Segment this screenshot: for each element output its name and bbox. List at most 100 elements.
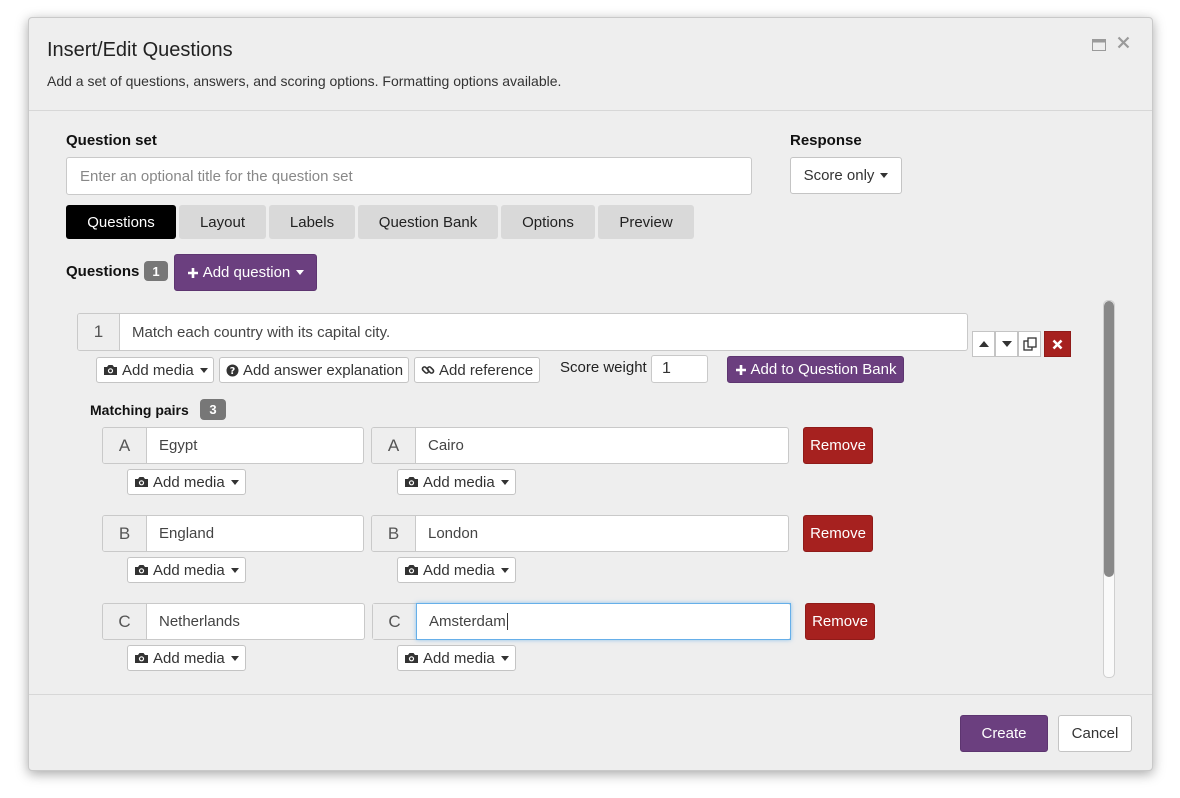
- pair-c-right-text: Amsterdam: [429, 613, 506, 630]
- questions-count-badge: 1: [144, 261, 168, 281]
- question-text-input[interactable]: Match each country with its capital city…: [120, 314, 967, 350]
- question-set-placeholder: Enter an optional title for the question…: [80, 167, 353, 185]
- question-number: 1: [78, 314, 120, 350]
- tab-options[interactable]: Options: [501, 205, 595, 239]
- question-text-group[interactable]: 1 Match each country with its capital ci…: [77, 313, 968, 351]
- add-media-label: Add media: [423, 649, 495, 667]
- pair-c-left-input[interactable]: C Netherlands: [102, 603, 365, 640]
- pair-b-left-letter: B: [103, 516, 147, 551]
- caret-down-icon: [230, 655, 239, 661]
- copy-icon: [1022, 337, 1037, 351]
- add-answer-explanation-label: Add answer explanation: [243, 361, 404, 379]
- caret-down-icon: [880, 173, 889, 178]
- caret-down-icon: [230, 479, 239, 485]
- add-media-label: Add media: [153, 649, 225, 667]
- camera-icon: [404, 652, 419, 664]
- tab-labels[interactable]: Labels: [269, 205, 355, 239]
- question-add-media-label: Add media: [122, 361, 194, 379]
- caret-down-icon: [230, 567, 239, 573]
- maximize-icon[interactable]: [1092, 38, 1106, 56]
- tab-preview[interactable]: Preview: [598, 205, 694, 239]
- svg-text:?: ?: [230, 366, 236, 377]
- add-question-label: Add question: [202, 264, 291, 281]
- pair-a-right-value[interactable]: Cairo: [416, 428, 788, 463]
- pair-c-right-letter: C: [373, 604, 417, 639]
- caret-down-icon: [500, 479, 509, 485]
- create-button[interactable]: Create: [960, 715, 1048, 752]
- score-weight-label: Score weight: [560, 359, 647, 376]
- pair-c-right-add-media-button[interactable]: Add media: [397, 645, 516, 671]
- pair-a-right-letter: A: [372, 428, 416, 463]
- pair-c-right-input[interactable]: C Amsterdam: [372, 603, 791, 640]
- add-question-button[interactable]: Add question: [174, 254, 317, 291]
- caret-down-icon: [500, 567, 509, 573]
- pair-a-right-input[interactable]: A Cairo: [371, 427, 789, 464]
- pair-b-left-add-media-button[interactable]: Add media: [127, 557, 246, 583]
- add-to-question-bank-button[interactable]: Add to Question Bank: [727, 356, 904, 383]
- dialog-header: Insert/Edit Questions Add a set of quest…: [29, 18, 1152, 111]
- add-media-label: Add media: [153, 473, 225, 491]
- caret-down-icon: [500, 655, 509, 661]
- close-icon[interactable]: [1117, 36, 1130, 54]
- move-down-button[interactable]: [995, 331, 1018, 357]
- text-cursor: [506, 613, 508, 630]
- camera-icon: [103, 364, 118, 376]
- response-label: Response: [790, 132, 862, 149]
- camera-icon: [134, 652, 149, 664]
- tab-questions[interactable]: Questions: [66, 205, 176, 239]
- add-media-label: Add media: [423, 473, 495, 491]
- pair-b-right-add-media-button[interactable]: Add media: [397, 557, 516, 583]
- pair-a-left-input[interactable]: A Egypt: [102, 427, 364, 464]
- pair-a-left-add-media-button[interactable]: Add media: [127, 469, 246, 495]
- question-circle-icon: ?: [226, 364, 239, 377]
- question-add-media-button[interactable]: Add media: [96, 357, 214, 383]
- question-set-title-input[interactable]: Enter an optional title for the question…: [66, 157, 752, 195]
- arrow-up-icon: [978, 341, 989, 347]
- matching-pairs-count-badge: 3: [200, 399, 226, 420]
- pair-b-left-value[interactable]: England: [147, 516, 363, 551]
- pair-c-left-letter: C: [103, 604, 147, 639]
- pair-b-left-input[interactable]: B England: [102, 515, 364, 552]
- camera-icon: [404, 476, 419, 488]
- pair-a-right-add-media-button[interactable]: Add media: [397, 469, 516, 495]
- insert-edit-questions-dialog: Insert/Edit Questions Add a set of quest…: [28, 17, 1153, 771]
- add-reference-button[interactable]: Add reference: [414, 357, 540, 383]
- pair-c-left-add-media-button[interactable]: Add media: [127, 645, 246, 671]
- pair-b-right-value[interactable]: London: [416, 516, 788, 551]
- pair-b-remove-button[interactable]: Remove: [803, 515, 873, 552]
- cancel-button[interactable]: Cancel: [1058, 715, 1132, 752]
- response-select[interactable]: Score only: [790, 157, 902, 194]
- pair-c-remove-button[interactable]: Remove: [805, 603, 875, 640]
- pair-c-right-value[interactable]: Amsterdam: [416, 603, 791, 640]
- tab-question-bank[interactable]: Question Bank: [358, 205, 498, 239]
- dialog-footer: Create Cancel: [29, 694, 1152, 770]
- caret-down-icon: [199, 367, 208, 373]
- camera-icon: [404, 564, 419, 576]
- add-media-label: Add media: [153, 561, 225, 579]
- delete-x-icon: [1052, 339, 1063, 349]
- questions-label: Questions: [66, 263, 140, 280]
- plus-icon: [735, 364, 747, 376]
- tab-layout[interactable]: Layout: [179, 205, 266, 239]
- add-answer-explanation-button[interactable]: ? Add answer explanation: [219, 357, 409, 383]
- pair-a-remove-button[interactable]: Remove: [803, 427, 873, 464]
- plus-icon: [187, 267, 199, 279]
- score-weight-input[interactable]: 1: [651, 355, 708, 383]
- delete-question-button[interactable]: [1044, 331, 1071, 357]
- pair-a-left-letter: A: [103, 428, 147, 463]
- add-media-label: Add media: [423, 561, 495, 579]
- pair-b-right-letter: B: [372, 516, 416, 551]
- pair-a-left-value[interactable]: Egypt: [147, 428, 363, 463]
- move-up-button[interactable]: [972, 331, 995, 357]
- link-icon: [421, 363, 435, 377]
- arrow-down-icon: [1001, 341, 1012, 347]
- duplicate-button[interactable]: [1018, 331, 1041, 357]
- camera-icon: [134, 564, 149, 576]
- pair-c-left-value[interactable]: Netherlands: [147, 604, 364, 639]
- dialog-subtitle: Add a set of questions, answers, and sco…: [47, 73, 562, 89]
- scrollbar-thumb[interactable]: [1104, 301, 1114, 577]
- matching-pairs-label: Matching pairs: [90, 402, 189, 418]
- caret-down-icon: [296, 270, 305, 275]
- pair-b-right-input[interactable]: B London: [371, 515, 789, 552]
- response-selected-value: Score only: [803, 167, 875, 184]
